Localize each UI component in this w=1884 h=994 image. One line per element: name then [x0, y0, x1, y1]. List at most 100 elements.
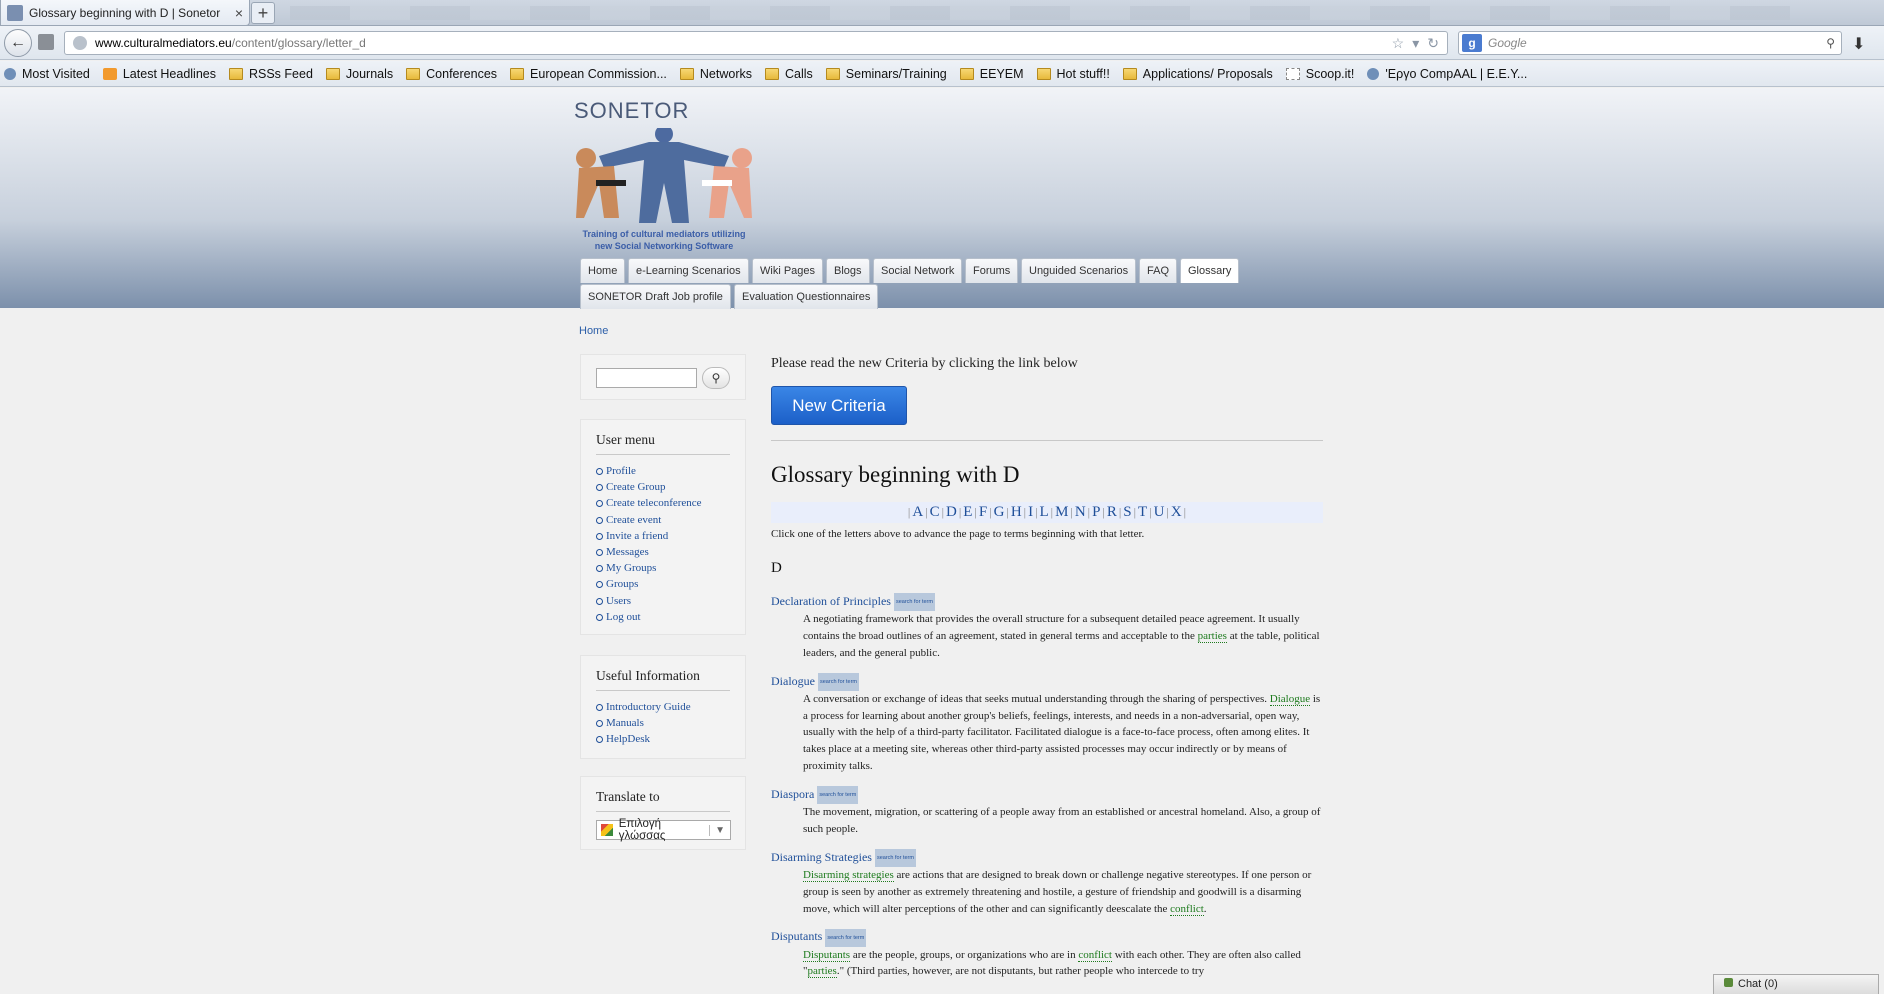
search-for-term-link[interactable]: search for term: [874, 848, 916, 867]
letter-link[interactable]: A: [912, 504, 923, 520]
glossary-inline-link[interactable]: conflict: [1170, 902, 1204, 916]
glossary-definition: A conversation or exchange of ideas that…: [771, 691, 1323, 775]
definition-text: A conversation or exchange of ideas that…: [803, 692, 1270, 705]
bookmark-item[interactable]: EEYEM: [959, 67, 1024, 81]
search-for-term-link[interactable]: search for term: [818, 672, 859, 691]
folder-icon: [510, 67, 525, 80]
menu-tab[interactable]: Forums: [965, 258, 1019, 283]
dropdown-arrow-icon[interactable]: ▾: [1412, 35, 1419, 52]
language-select[interactable]: Επιλογή γλώσσας ▼: [596, 818, 731, 842]
bookmark-item[interactable]: Scoop.it!: [1285, 67, 1354, 81]
letter-link[interactable]: L: [1039, 504, 1048, 520]
menu-tab[interactable]: Home: [580, 258, 626, 283]
menu-tab[interactable]: Glossary: [1180, 258, 1240, 283]
letter-link[interactable]: D: [946, 504, 957, 520]
back-button[interactable]: ←: [4, 29, 32, 57]
bookmark-item[interactable]: Conferences: [406, 67, 497, 81]
user-menu-item[interactable]: Messages: [596, 544, 730, 560]
chat-bar[interactable]: Chat (0): [1713, 974, 1879, 994]
reload-icon[interactable]: ↻: [1427, 35, 1439, 52]
user-menu-item[interactable]: Groups: [596, 576, 730, 592]
user-menu-item[interactable]: Create Group: [596, 479, 730, 495]
glossary-term-link[interactable]: Diaspora: [771, 787, 814, 801]
browser-tab-active[interactable]: Glossary beginning with D | Sonetor ×: [0, 0, 250, 26]
letter-link[interactable]: T: [1138, 504, 1147, 520]
search-icon[interactable]: ⚲: [1826, 36, 1835, 50]
letter-link[interactable]: I: [1028, 504, 1033, 520]
sonetor-logo[interactable]: SONETOR Training of cultural mediators u…: [574, 98, 754, 251]
bookmark-item[interactable]: Calls: [765, 67, 813, 81]
letter-link[interactable]: U: [1154, 504, 1165, 520]
bookmark-item[interactable]: Seminars/Training: [825, 67, 947, 81]
search-for-term-link[interactable]: search for term: [825, 928, 867, 947]
bookmark-item[interactable]: Latest Headlines: [102, 67, 216, 81]
letter-link[interactable]: X: [1171, 504, 1182, 520]
bookmark-star-icon[interactable]: ☆: [1392, 35, 1405, 52]
letter-link[interactable]: C: [930, 504, 940, 520]
bookmarks-toolbar: Most Visited Latest Headlines RSSs Feed Jou…: [0, 61, 1884, 87]
letter-link[interactable]: E: [963, 504, 972, 520]
menu-tab[interactable]: Unguided Scenarios: [1021, 258, 1137, 283]
google-icon[interactable]: g: [1462, 34, 1482, 52]
download-icon[interactable]: ⬇: [1852, 34, 1865, 54]
glossary-term-link[interactable]: Disarming Strategies: [771, 850, 872, 864]
search-for-term-link[interactable]: search for term: [893, 593, 935, 612]
user-menu-item[interactable]: Invite a friend: [596, 528, 730, 544]
bookmark-item[interactable]: RSSs Feed: [228, 67, 313, 81]
menu-tab[interactable]: Social Network: [873, 258, 963, 283]
breadcrumb[interactable]: Home: [579, 325, 608, 337]
bookmark-item[interactable]: Applications/ Proposals: [1122, 67, 1273, 81]
chevron-down-icon[interactable]: ▼: [709, 824, 730, 836]
user-menu-item[interactable]: My Groups: [596, 560, 730, 576]
user-menu-item[interactable]: Log out: [596, 609, 730, 625]
bookmark-item[interactable]: Hot stuff!!: [1036, 67, 1110, 81]
user-menu-item[interactable]: Users: [596, 593, 730, 609]
search-for-term-link[interactable]: search for term: [817, 786, 859, 805]
useful-info-item[interactable]: Introductory Guide: [596, 699, 730, 715]
letter-link[interactable]: H: [1011, 504, 1022, 520]
menu-tab[interactable]: SONETOR Draft Job profile: [580, 284, 731, 309]
letter-link[interactable]: F: [979, 504, 987, 520]
letter-link[interactable]: N: [1075, 504, 1086, 520]
glossary-inline-link[interactable]: conflict: [1078, 948, 1112, 962]
bookmark-item[interactable]: Journals: [325, 67, 393, 81]
glossary-term-link[interactable]: Dialogue: [771, 674, 815, 688]
search-icon[interactable]: ⚲: [702, 367, 730, 389]
letter-link[interactable]: R: [1107, 504, 1117, 520]
folder-icon: [1122, 67, 1137, 80]
history-icon[interactable]: [38, 34, 54, 50]
bookmark-item[interactable]: European Commission...: [510, 67, 667, 81]
letter-link[interactable]: S: [1123, 504, 1131, 520]
folder-icon: [679, 67, 694, 80]
new-tab-button[interactable]: +: [251, 2, 275, 24]
user-menu-item[interactable]: Create event: [596, 512, 730, 528]
address-bar[interactable]: www.culturalmediators.eu/content/glossar…: [64, 31, 1448, 55]
glossary-inline-link[interactable]: parties: [1197, 630, 1227, 644]
new-criteria-button[interactable]: New Criteria: [771, 386, 907, 425]
menu-tab[interactable]: Blogs: [826, 258, 870, 283]
glossary-inline-link[interactable]: parties: [807, 965, 837, 979]
user-menu-item[interactable]: Profile: [596, 463, 730, 479]
glossary-inline-link[interactable]: Dialogue: [1269, 692, 1311, 706]
menu-tab[interactable]: e-Learning Scenarios: [628, 258, 749, 283]
browser-search-bar[interactable]: g Google ⚲: [1458, 31, 1842, 55]
useful-info-item[interactable]: Manuals: [596, 715, 730, 731]
user-menu-item[interactable]: Create teleconference: [596, 495, 730, 511]
glossary-term-link[interactable]: Declaration of Principles: [771, 594, 891, 608]
site-search-input[interactable]: [596, 368, 697, 388]
user-menu-list: Profile Create Group Create teleconference…: [596, 463, 730, 625]
letter-link[interactable]: G: [994, 504, 1005, 520]
useful-info-item[interactable]: HelpDesk: [596, 731, 730, 747]
glossary-term-link[interactable]: Disputants: [771, 929, 822, 943]
letter-link[interactable]: M: [1055, 504, 1068, 520]
menu-tab[interactable]: FAQ: [1139, 258, 1178, 283]
bookmark-item[interactable]: Most Visited: [4, 67, 90, 81]
bookmark-item[interactable]: Networks: [679, 67, 752, 81]
glossary-inline-link[interactable]: Disputants: [803, 948, 851, 962]
bookmark-item[interactable]: 'Εργο CompAAL | E.E.Y...: [1367, 67, 1527, 81]
menu-tab[interactable]: Wiki Pages: [752, 258, 824, 283]
letter-link[interactable]: P: [1092, 504, 1100, 520]
close-tab-icon[interactable]: ×: [235, 5, 243, 21]
menu-tab[interactable]: Evaluation Questionnaires: [734, 284, 879, 309]
glossary-inline-link[interactable]: Disarming strategies: [803, 868, 894, 882]
